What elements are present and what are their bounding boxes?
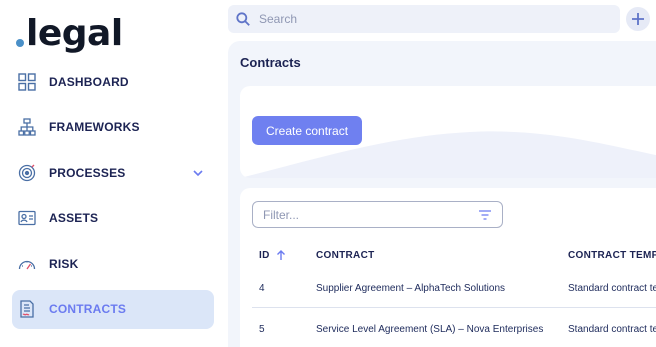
column-header-id[interactable]: ID <box>259 250 286 261</box>
sidebar-item-label: ASSETS <box>49 211 99 225</box>
table-row[interactable]: 5 Service Level Agreement (SLA) – Nova E… <box>252 310 656 347</box>
processes-icon <box>18 164 36 182</box>
sidebar: legal DASHBOARD FRAMEWORKS PROCESSES ASS… <box>0 0 228 347</box>
cell-contract: Service Level Agreement (SLA) – Nova Ent… <box>316 324 544 335</box>
column-header-label: CONTRACT TEMPLATE <box>568 250 656 261</box>
logo-text: legal <box>26 13 123 54</box>
cell-id: 4 <box>259 283 265 294</box>
logo-dot <box>16 39 24 47</box>
filter-input[interactable] <box>263 207 463 222</box>
sidebar-item-label: DASHBOARD <box>49 74 129 89</box>
contracts-header-card: Create contract <box>240 86 656 178</box>
filter-icon[interactable] <box>478 209 492 221</box>
sidebar-item-label: PROCESSES <box>49 165 126 180</box>
sidebar-item-label: FRAMEWORKS <box>49 120 140 134</box>
chevron-down-icon[interactable] <box>192 167 204 179</box>
contracts-icon <box>18 300 36 318</box>
table-row[interactable]: 4 Supplier Agreement – AlphaTech Solutio… <box>252 270 656 308</box>
assets-icon <box>18 209 36 227</box>
sidebar-item-assets[interactable]: ASSETS <box>12 199 214 238</box>
search-input[interactable] <box>259 12 599 26</box>
cell-template: Standard contract template <box>568 283 656 294</box>
sidebar-item-dashboard[interactable]: DASHBOARD <box>12 62 214 101</box>
filter-field <box>252 201 503 228</box>
sidebar-item-frameworks[interactable]: FRAMEWORKS <box>12 108 214 147</box>
search-icon <box>236 12 250 26</box>
risk-gauge-icon <box>18 255 36 273</box>
sort-arrow-up-icon[interactable] <box>276 250 286 261</box>
column-header-label: ID <box>259 250 270 261</box>
page-title: Contracts <box>240 55 301 70</box>
column-header-template[interactable]: CONTRACT TEMPLATE <box>568 250 656 261</box>
cell-template: Standard contract template <box>568 324 656 335</box>
search-bar <box>228 5 620 33</box>
sidebar-item-contracts[interactable]: CONTRACTS <box>12 289 214 329</box>
sidebar-item-processes[interactable]: PROCESSES <box>12 153 214 192</box>
sidebar-item-label: CONTRACTS <box>49 302 127 316</box>
add-button[interactable] <box>626 7 650 31</box>
create-contract-button[interactable]: Create contract <box>252 116 363 145</box>
contracts-table-card: ID CONTRACT CONTRACT TEMPLATE 4 Supplier… <box>240 188 656 347</box>
column-header-label: CONTRACT <box>316 250 375 261</box>
sidebar-nav: DASHBOARD FRAMEWORKS PROCESSES ASSETS RI… <box>12 62 214 335</box>
app-logo[interactable]: legal <box>16 10 123 54</box>
sidebar-item-label: RISK <box>49 256 79 271</box>
sidebar-item-risk[interactable]: RISK <box>12 244 214 283</box>
column-header-contract[interactable]: CONTRACT <box>316 250 375 261</box>
frameworks-icon <box>18 118 36 136</box>
dashboard-icon <box>18 72 36 91</box>
plus-icon <box>632 13 644 25</box>
main-content: Contracts Create contract ID CONTRACT CO… <box>228 41 656 347</box>
cell-contract: Supplier Agreement – AlphaTech Solutions <box>316 283 506 294</box>
cell-id: 5 <box>259 324 265 335</box>
